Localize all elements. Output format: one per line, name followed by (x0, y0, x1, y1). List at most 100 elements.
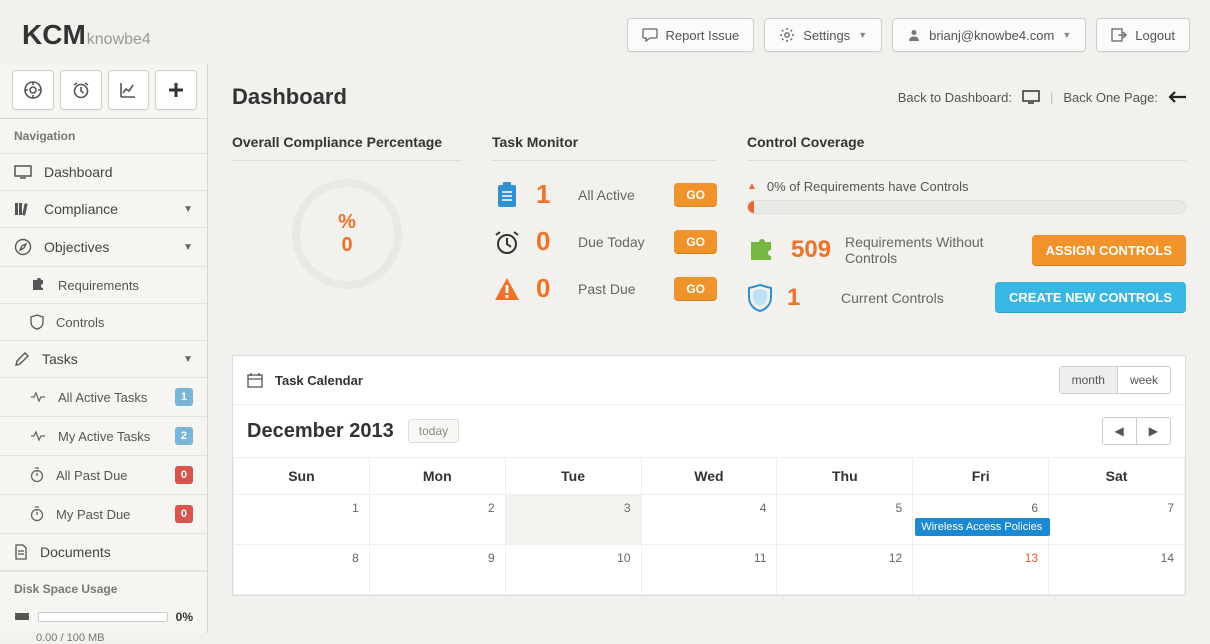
cal-next-button[interactable]: ▶ (1136, 418, 1170, 444)
report-issue-button[interactable]: Report Issue (627, 18, 755, 52)
disk-space-title: Disk Space Usage (0, 571, 207, 606)
sidebar-item-objectives[interactable]: Objectives ▼ (0, 228, 207, 267)
sidebar-sub-label: My Past Due (56, 507, 130, 522)
quick-add-button[interactable] (155, 70, 197, 110)
puzzle-icon (30, 277, 46, 293)
card-title: Overall Compliance Percentage (232, 134, 462, 161)
calendar-cell[interactable]: 8 (234, 545, 370, 595)
calendar-cell[interactable]: 10 (505, 545, 641, 595)
calendar-event[interactable]: Wireless Access Policies (915, 518, 1050, 536)
disk-percent: 0% (176, 610, 193, 624)
task-label: All Active (578, 187, 660, 203)
day-header: Thu (777, 458, 913, 495)
calendar-cell[interactable]: 13 (913, 545, 1049, 595)
user-menu-button[interactable]: brianj@knowbe4.com ▼ (892, 18, 1086, 52)
go-button[interactable]: GO (674, 230, 717, 254)
sidebar-item-tasks[interactable]: Tasks ▼ (0, 341, 207, 378)
logo-sub: knowbe4 (87, 31, 151, 48)
view-month-button[interactable]: month (1060, 367, 1117, 393)
sidebar-item-dashboard[interactable]: Dashboard (0, 154, 207, 191)
sidebar-sub-label: Requirements (58, 278, 139, 293)
sidebar-sub-label: My Active Tasks (58, 429, 150, 444)
day-number: 12 (889, 551, 902, 565)
calendar-cell-today[interactable]: 3 (505, 495, 641, 545)
user-label: brianj@knowbe4.com (929, 28, 1054, 43)
document-icon (14, 544, 28, 560)
calendar-cell[interactable]: 4 (641, 495, 777, 545)
stopwatch-icon (30, 467, 44, 483)
caret-down-icon: ▼ (183, 204, 193, 215)
coverage-label: Current Controls (841, 290, 981, 306)
calendar-cell[interactable]: 14 (1049, 545, 1185, 595)
arrow-left-icon[interactable] (1168, 91, 1186, 103)
sidebar-sub-all-active[interactable]: All Active Tasks 1 (0, 378, 207, 417)
sidebar-sub-all-past[interactable]: All Past Due 0 (0, 456, 207, 495)
sidebar-sub-controls[interactable]: Controls (0, 304, 207, 341)
day-number: 8 (352, 551, 359, 565)
calendar-cell[interactable]: 6Wireless Access Policies (913, 495, 1049, 545)
divider: | (1050, 90, 1053, 105)
caret-down-icon: ▼ (1062, 30, 1071, 40)
task-count: 0 (536, 273, 564, 304)
logout-label: Logout (1135, 28, 1175, 43)
header-actions: Report Issue Settings ▼ brianj@knowbe4.c… (627, 18, 1191, 52)
sidebar-label: Documents (40, 544, 111, 560)
quick-target-button[interactable] (12, 70, 54, 110)
day-number: 5 (896, 501, 903, 515)
gauge-percent-symbol: % (338, 211, 356, 234)
task-count: 1 (536, 179, 564, 210)
calendar-cell[interactable]: 2 (369, 495, 505, 545)
gauge-value: 0 (341, 234, 352, 257)
card-title: Task Monitor (492, 134, 717, 161)
quick-clock-button[interactable] (60, 70, 102, 110)
task-count: 0 (536, 226, 564, 257)
coverage-top-row: ▲ 0% of Requirements have Controls (747, 179, 1186, 194)
caret-down-icon: ▼ (858, 30, 867, 40)
logo: KCMknowbe4 (22, 19, 151, 51)
sidebar-item-compliance[interactable]: Compliance ▼ (0, 191, 207, 228)
monitor-icon[interactable] (1022, 90, 1040, 104)
disk-progress-bar (38, 612, 168, 622)
count-badge: 0 (175, 466, 193, 484)
sidebar-sub-my-past[interactable]: My Past Due 0 (0, 495, 207, 534)
count-badge: 2 (175, 427, 193, 445)
activity-icon (30, 430, 46, 442)
sidebar-sub-my-active[interactable]: My Active Tasks 2 (0, 417, 207, 456)
task-label: Due Today (578, 234, 660, 250)
calendar-cell[interactable]: 7 (1049, 495, 1185, 545)
puzzle-icon (747, 236, 777, 264)
quick-chart-button[interactable] (108, 70, 150, 110)
today-button[interactable]: today (408, 419, 459, 443)
calendar-month-label: December 2013 (247, 420, 394, 443)
calendar-nav-arrows: ◀ ▶ (1102, 417, 1171, 445)
alarm-icon (492, 227, 522, 257)
sidebar-item-documents[interactable]: Documents (0, 534, 207, 571)
view-week-button[interactable]: week (1117, 367, 1170, 393)
settings-button[interactable]: Settings ▼ (764, 18, 882, 52)
sidebar-sub-requirements[interactable]: Requirements (0, 267, 207, 304)
logout-button[interactable]: Logout (1096, 18, 1190, 52)
pencil-icon (14, 351, 30, 367)
go-button[interactable]: GO (674, 277, 717, 301)
go-button[interactable]: GO (674, 183, 717, 207)
cal-prev-button[interactable]: ◀ (1103, 418, 1136, 444)
coverage-label: Requirements Without Controls (845, 234, 1018, 266)
calendar-cell[interactable]: 11 (641, 545, 777, 595)
day-header: Tue (505, 458, 641, 495)
settings-label: Settings (803, 28, 850, 43)
report-label: Report Issue (666, 28, 740, 43)
calendar-cell[interactable]: 9 (369, 545, 505, 595)
sidebar-label: Compliance (44, 201, 118, 217)
books-icon (14, 202, 32, 216)
chat-icon (642, 28, 658, 42)
assign-controls-button[interactable]: ASSIGN CONTROLS (1032, 235, 1186, 266)
day-header: Mon (369, 458, 505, 495)
calendar-cell[interactable]: 1 (234, 495, 370, 545)
day-number: 14 (1161, 551, 1174, 565)
calendar-cell[interactable]: 12 (777, 545, 913, 595)
coverage-row-requirements: 509 Requirements Without Controls ASSIGN… (747, 234, 1186, 266)
create-controls-button[interactable]: CREATE NEW CONTROLS (995, 282, 1186, 313)
calendar-cell[interactable]: 5 (777, 495, 913, 545)
user-icon (907, 28, 921, 42)
caret-down-icon: ▼ (183, 242, 193, 253)
